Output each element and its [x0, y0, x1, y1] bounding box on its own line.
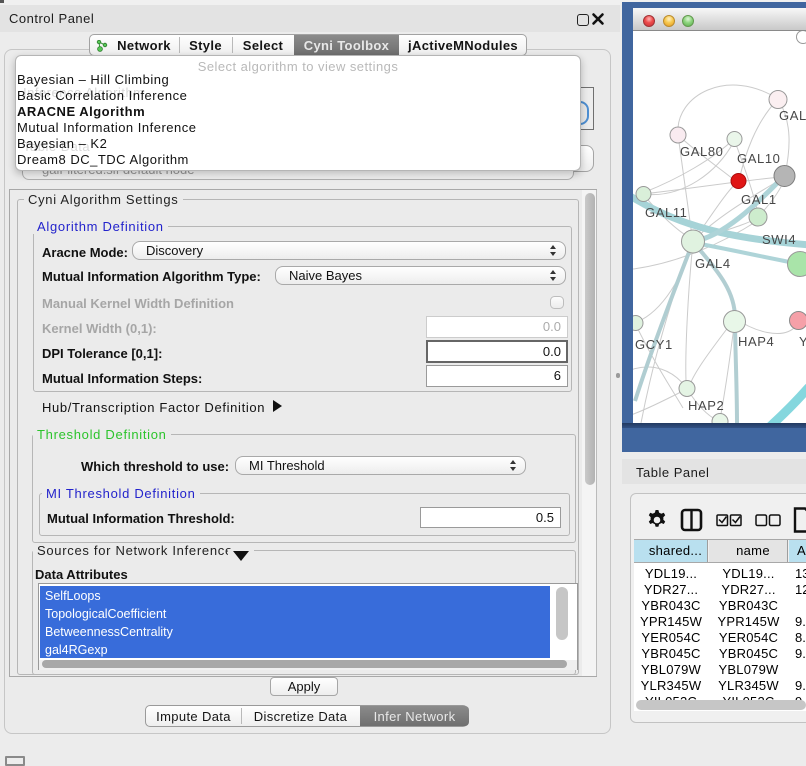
svg-text:SWI4: SWI4 — [762, 232, 796, 247]
svg-text:Y: Y — [799, 334, 806, 349]
svg-text:GAL10: GAL10 — [737, 151, 780, 166]
svg-text:GAL: GAL — [779, 108, 806, 123]
svg-text:HAP4: HAP4 — [738, 334, 774, 349]
svg-text:GCY1: GCY1 — [635, 337, 673, 352]
svg-text:GAL80: GAL80 — [680, 144, 723, 159]
svg-text:HAP2: HAP2 — [688, 398, 724, 413]
svg-text:GAL4: GAL4 — [695, 256, 731, 271]
svg-text:GAL1: GAL1 — [741, 192, 777, 207]
svg-text:GAL11: GAL11 — [645, 205, 688, 220]
